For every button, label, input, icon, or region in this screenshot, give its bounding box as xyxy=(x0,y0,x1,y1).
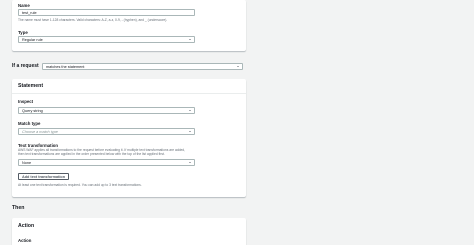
match-type-select-placeholder: Choose a match type xyxy=(22,130,58,135)
caret-down-icon xyxy=(189,110,191,112)
statement-title: Statement xyxy=(12,79,246,94)
caret-down-icon xyxy=(189,162,191,164)
action-card: Action Action xyxy=(12,218,246,245)
name-label: Name xyxy=(18,3,30,8)
caret-down-icon xyxy=(189,39,191,41)
name-input[interactable]: test_rule xyxy=(18,9,195,16)
type-label: Type xyxy=(18,29,28,35)
add-text-transformation-button[interactable]: Add text transformation xyxy=(18,173,70,180)
if-request-label: If a request xyxy=(12,63,39,69)
add-text-transformation-hint: At least one text transformation is requ… xyxy=(18,182,142,187)
statement-card: Statement Inspect Query string Match typ… xyxy=(12,79,246,197)
inspect-select-value: Query string xyxy=(22,109,43,114)
caret-down-icon xyxy=(189,131,191,133)
if-request-select-value: matches the statement xyxy=(46,65,85,70)
type-select[interactable]: Regular rule xyxy=(18,36,195,43)
caret-down-icon xyxy=(237,66,239,68)
inspect-label: Inspect xyxy=(18,99,34,104)
text-transformation-select[interactable]: None xyxy=(18,159,195,166)
rule-name-card: Name test_rule The name must have 1-128 … xyxy=(12,0,246,51)
text-transformation-select-value: None xyxy=(22,161,32,166)
action-label: Action xyxy=(18,237,32,243)
inspect-select[interactable]: Query string xyxy=(18,107,195,114)
type-select-value: Regular rule xyxy=(22,38,43,43)
then-label: Then xyxy=(12,205,25,211)
name-hint: The name must have 1-128 characters. Val… xyxy=(18,17,168,22)
match-type-select[interactable]: Choose a match type xyxy=(18,128,195,135)
action-title: Action xyxy=(18,223,35,229)
match-type-label: Match type xyxy=(18,121,41,126)
text-transformation-desc: AWS WAF applies all transformations to t… xyxy=(18,148,186,157)
if-request-select[interactable]: matches the statement xyxy=(42,63,243,70)
